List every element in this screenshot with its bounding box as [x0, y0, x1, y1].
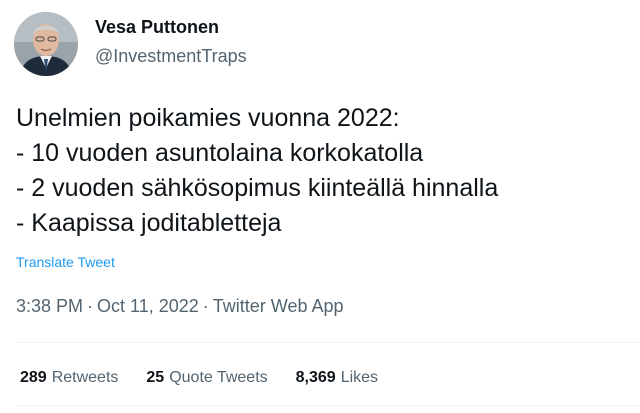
likes-count: 8,369: [295, 369, 336, 386]
engagement-stats: 289 Retweets 25 Quote Tweets 8,369 Likes: [20, 367, 406, 389]
tweet-text: Unelmien poikamies vuonna 2022: - 10 vuo…: [16, 101, 626, 241]
tweet-card: Vesa Puttonen @InvestmentTraps Unelmien …: [0, 0, 640, 413]
quote-tweets-stat[interactable]: 25 Quote Tweets: [146, 367, 267, 389]
profile-photo-icon: [14, 12, 78, 76]
divider: [16, 405, 640, 406]
retweets-label: Retweets: [51, 369, 119, 386]
tweet-line: Unelmien poikamies vuonna 2022:: [16, 104, 400, 132]
likes-label: Likes: [340, 369, 379, 386]
avatar[interactable]: [14, 12, 78, 76]
tweet-date[interactable]: Oct 11, 2022: [97, 296, 199, 316]
meta-separator: ·: [202, 296, 209, 316]
user-handle[interactable]: @InvestmentTraps: [95, 45, 247, 67]
display-name[interactable]: Vesa Puttonen: [95, 16, 219, 38]
tweet-metadata: 3:38 PM · Oct 11, 2022 · Twitter Web App: [16, 294, 344, 318]
tweet-time[interactable]: 3:38 PM: [16, 296, 83, 316]
tweet-line: - 2 vuoden sähkösopimus kiinteällä hinna…: [16, 174, 499, 202]
likes-stat[interactable]: 8,369 Likes: [296, 367, 378, 389]
quote-tweets-label: Quote Tweets: [169, 369, 268, 386]
tweet-line: - Kaapissa joditabletteja: [16, 209, 282, 237]
tweet-source[interactable]: Twitter Web App: [213, 296, 344, 316]
retweets-count: 289: [20, 369, 47, 386]
divider: [16, 342, 640, 343]
translate-tweet-link[interactable]: Translate Tweet: [16, 253, 115, 271]
retweets-stat[interactable]: 289 Retweets: [20, 367, 118, 389]
quote-tweets-count: 25: [146, 369, 165, 386]
meta-separator: ·: [87, 296, 94, 316]
tweet-line: - 10 vuoden asuntolaina korkokatolla: [16, 139, 424, 167]
